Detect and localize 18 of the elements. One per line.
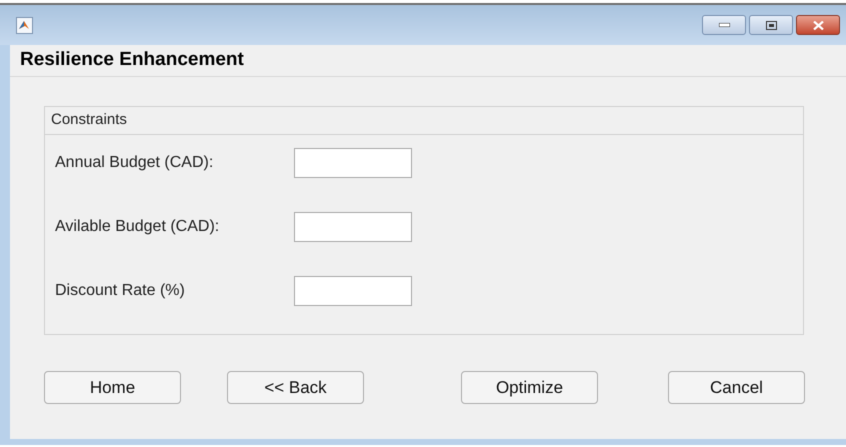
- page-heading: Resilience Enhancement: [20, 48, 244, 72]
- maximize-button[interactable]: [749, 15, 793, 35]
- action-button[interactable]: Home: [44, 371, 181, 404]
- panel-title: Constraints: [51, 110, 127, 130]
- close-icon: [812, 20, 824, 30]
- close-button[interactable]: [796, 15, 840, 35]
- input-field[interactable]: [294, 148, 412, 178]
- field-label: Discount Rate (%): [54, 281, 186, 301]
- field-label: Annual Budget (CAD):: [54, 153, 214, 173]
- field-label: Avilable Budget (CAD):: [54, 217, 220, 237]
- input-field[interactable]: [294, 212, 412, 242]
- action-button[interactable]: Optimize: [461, 371, 598, 404]
- minimize-icon: [718, 23, 730, 27]
- action-button[interactable]: << Back: [227, 371, 364, 404]
- input-field[interactable]: [294, 276, 412, 306]
- restore-icon: [766, 20, 776, 30]
- app-logo-icon: [16, 16, 33, 34]
- action-button[interactable]: Cancel: [668, 371, 805, 404]
